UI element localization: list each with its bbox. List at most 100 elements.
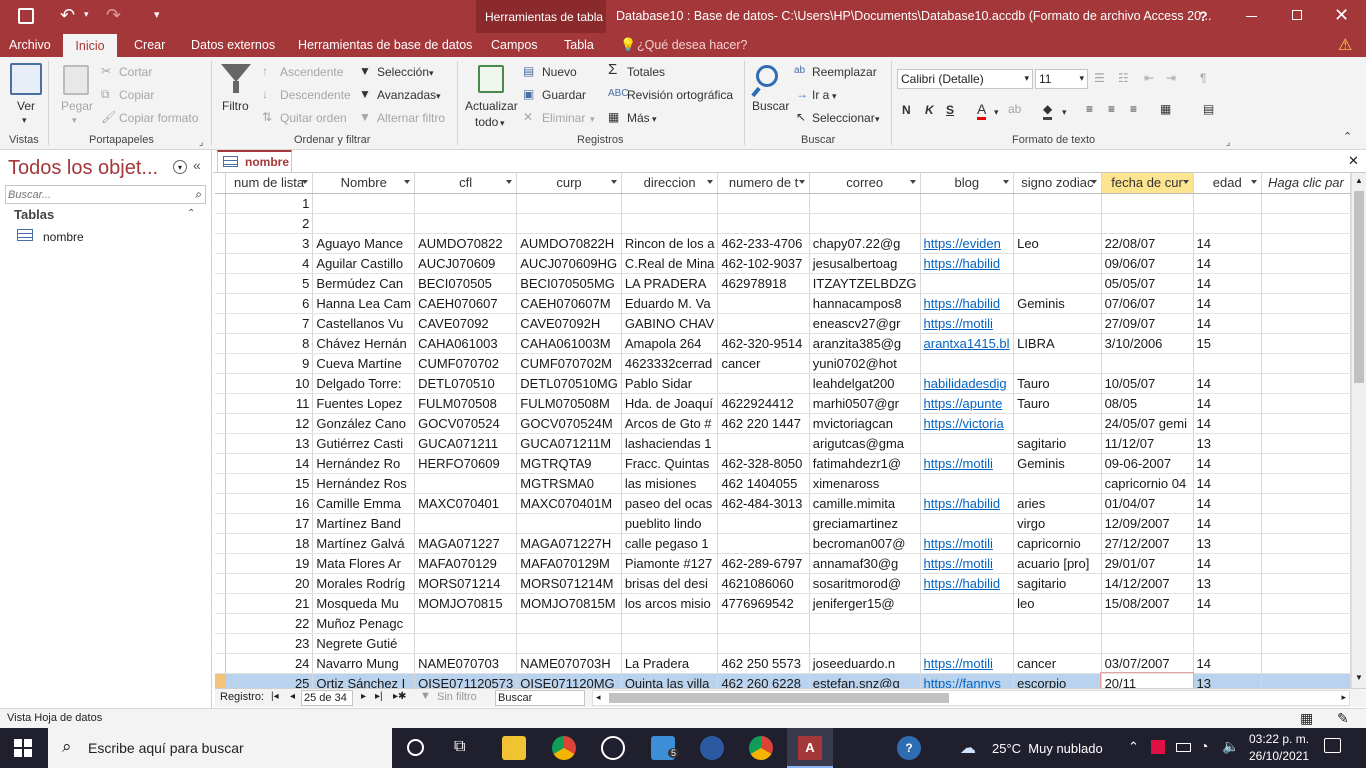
table-cell[interactable]: 462-320-9514 [717, 333, 810, 354]
table-cell[interactable]: Mosqueda Mu [312, 593, 416, 614]
table-cell[interactable]: jesusalbertoag [809, 253, 921, 274]
table-row[interactable]: 23 Negrete Gutié [215, 633, 1351, 654]
taskbar-search-box[interactable]: ⌕ Escribe aquí para buscar [48, 728, 392, 768]
document-tab-nombre[interactable]: nombre [217, 150, 292, 173]
find-button[interactable]: Buscar [752, 98, 789, 114]
view-dropdown-icon[interactable]: ▾ [22, 112, 27, 128]
table-cell[interactable]: 3 [225, 233, 314, 254]
table-cell[interactable]: 14 [1193, 513, 1262, 534]
table-row[interactable]: 22 Muñoz Penagc [215, 613, 1351, 634]
table-cell[interactable]: MAFA070129 [414, 553, 518, 574]
table-cell[interactable] [1013, 613, 1102, 634]
scroll-down-icon[interactable]: ▼ [1355, 673, 1363, 682]
tab-datos-externos[interactable]: Datos externos [191, 33, 275, 57]
record-selector[interactable] [215, 273, 226, 294]
column-dropdown-icon[interactable] [1250, 180, 1257, 184]
table-cell[interactable] [920, 513, 1015, 534]
weather-icon[interactable]: ☁ [960, 738, 976, 758]
bullets-icon[interactable]: ☰ [1094, 70, 1105, 86]
table-cell[interactable] [516, 193, 622, 214]
table-cell[interactable]: Martínez Band [312, 513, 416, 534]
record-selector[interactable] [215, 573, 226, 594]
first-record-icon[interactable]: |◂ [271, 691, 279, 702]
nav-search-box[interactable]: ⌕ [5, 185, 206, 204]
table-cell[interactable]: 11 [225, 393, 314, 414]
record-selector[interactable] [215, 653, 226, 674]
table-cell[interactable]: Arcos de Gto # [621, 413, 719, 434]
table-cell[interactable] [414, 613, 518, 634]
table-cell[interactable]: 6 [225, 293, 314, 314]
select-dropdown-icon[interactable]: ▾ [875, 111, 880, 127]
table-cell[interactable]: marhi0507@gr [809, 393, 921, 414]
table-row[interactable]: 24 Navarro Mung NAME070703 NAME070703H La Pr… [215, 653, 1351, 674]
task-view-icon[interactable]: ⧉ [454, 738, 465, 756]
table-cell[interactable]: 14 [1193, 473, 1262, 494]
table-cell[interactable]: 17 [225, 513, 314, 534]
table-cell[interactable] [809, 193, 921, 214]
clock-time[interactable]: 03:22 p. m. [1249, 732, 1309, 746]
table-row[interactable]: 1 [215, 193, 1351, 214]
table-cell[interactable]: Amapola 264 [621, 333, 719, 354]
table-cell[interactable] [621, 213, 719, 234]
sort-asc-button[interactable]: Ascendente [280, 64, 343, 80]
table-cell[interactable]: CUMF070702 [414, 353, 518, 374]
table-cell[interactable]: MGTRQTA9 [516, 453, 622, 474]
select-button[interactable]: Seleccionar [812, 110, 875, 126]
table-cell[interactable]: leahdelgat200 [809, 373, 921, 394]
table-cell[interactable]: DETL070510 [414, 373, 518, 394]
table-row[interactable]: 14 Hernández Ro HERFO70609 MGTRQTA9 Fracc. Q… [215, 453, 1351, 474]
table-cell[interactable]: arantxa1415.bl [920, 333, 1015, 354]
table-cell[interactable]: 10 [225, 373, 314, 394]
wifi-icon[interactable]: ◔ [1200, 738, 1208, 754]
table-cell[interactable]: Geminis [1013, 293, 1102, 314]
table-cell[interactable]: La Pradera [621, 653, 719, 674]
table-cell[interactable]: Castellanos Vu [312, 313, 416, 334]
table-cell[interactable]: sagitario [1013, 573, 1102, 594]
table-cell[interactable]: Pablo Sidar [621, 373, 719, 394]
tab-archivo[interactable]: Archivo [9, 33, 51, 57]
table-cell[interactable]: Morales Rodríg [312, 573, 416, 594]
indent-increase-icon[interactable]: ⇥ [1166, 70, 1176, 86]
table-cell[interactable] [920, 353, 1015, 374]
table-cell[interactable] [717, 293, 810, 314]
table-cell[interactable]: 462 250 5573 [717, 653, 810, 674]
table-cell[interactable]: GABINO CHAV [621, 313, 719, 334]
collapse-ribbon-icon[interactable]: ⌃ [1343, 129, 1352, 145]
table-row[interactable]: 18 Martínez Galvá MAGA071227 MAGA071227H cal… [215, 533, 1351, 554]
table-cell[interactable]: https://habilid [920, 293, 1015, 314]
column-dropdown-icon[interactable] [1090, 180, 1097, 184]
font-color-dropdown-icon[interactable]: ▾ [994, 104, 999, 120]
fill-color-icon[interactable]: ◆ [1043, 101, 1053, 120]
table-cell[interactable]: fatimahdezr1@ [809, 453, 921, 474]
table-cell[interactable]: camille.mimita [809, 493, 921, 514]
table-cell[interactable] [414, 213, 518, 234]
table-cell[interactable] [920, 273, 1015, 294]
sort-desc-button[interactable]: Descendente [280, 87, 351, 103]
paragraph-direction-icon[interactable]: ¶ [1200, 70, 1206, 86]
table-cell[interactable]: 19 [225, 553, 314, 574]
table-cell[interactable]: HERFO70609 [414, 453, 518, 474]
table-cell[interactable] [414, 513, 518, 534]
design-view-icon[interactable]: ✎ [1337, 710, 1349, 727]
table-cell[interactable] [1261, 233, 1351, 254]
table-cell[interactable]: https://victoria [920, 413, 1015, 434]
table-cell[interactable]: https://motili [920, 533, 1015, 554]
table-cell[interactable]: 1 [225, 193, 314, 214]
table-cell[interactable]: BECI070505 [414, 273, 518, 294]
table-row[interactable]: 8 Chávez Hernán CAHA061003 CAHA061003M Amapo… [215, 333, 1351, 354]
datasheet-view-icon[interactable]: ▦ [1300, 710, 1313, 727]
table-cell[interactable]: MAXC070401M [516, 493, 622, 514]
table-cell[interactable]: 14 [1193, 413, 1262, 434]
table-cell[interactable]: MAGA071227 [414, 533, 518, 554]
table-cell[interactable]: BECI070505MG [516, 273, 622, 294]
table-cell[interactable]: MOMJO70815M [516, 593, 622, 614]
table-cell[interactable] [717, 613, 810, 634]
table-cell[interactable]: https://eviden [920, 233, 1015, 254]
file-explorer-icon[interactable] [502, 736, 526, 760]
table-cell[interactable]: 14 [1193, 373, 1262, 394]
table-cell[interactable]: 09-06-2007 [1101, 453, 1194, 474]
table-cell[interactable] [1013, 273, 1102, 294]
table-cell[interactable] [1261, 433, 1351, 454]
table-cell[interactable]: 462978918 [717, 273, 810, 294]
table-cell[interactable]: MORS071214 [414, 573, 518, 594]
